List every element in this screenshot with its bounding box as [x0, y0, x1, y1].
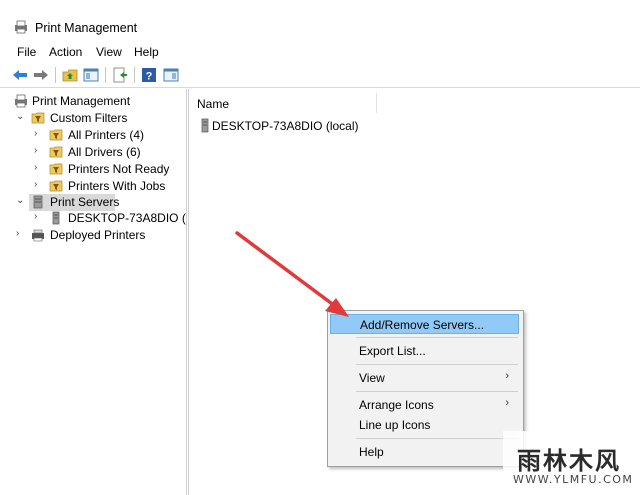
- chevron-down-icon[interactable]: ⌄: [16, 112, 26, 122]
- server-icon: [33, 195, 43, 209]
- menu-item-label: View: [359, 371, 385, 385]
- title-bar: Print Management: [0, 0, 640, 40]
- menu-item-add-remove-servers[interactable]: Add/Remove Servers...: [330, 314, 519, 334]
- tree-item-label: Custom Filters: [50, 111, 128, 125]
- menu-separator: [356, 364, 518, 365]
- filter-folder-icon: [49, 129, 63, 141]
- menu-item-line-up-icons[interactable]: Line up Icons: [330, 415, 519, 435]
- list-item-label: DESKTOP-73A8DIO (local): [212, 119, 359, 133]
- printer-icon: [32, 229, 44, 242]
- context-menu: Add/Remove Servers... Export List... Vie…: [327, 310, 524, 467]
- tree-item-print-management[interactable]: Print Management: [14, 93, 184, 110]
- tree-item-printers-not-ready[interactable]: › Printers Not Ready: [32, 161, 182, 178]
- server-icon: [52, 211, 60, 225]
- tree-item-label: Print Management: [32, 94, 131, 108]
- menu-file[interactable]: File: [17, 45, 36, 59]
- column-divider[interactable]: [376, 93, 377, 113]
- server-icon: [201, 118, 209, 133]
- tree-item-label: DESKTOP-73A8DIO (loca: [68, 211, 186, 225]
- tree-item-deployed-printers[interactable]: › Deployed Printers: [14, 227, 184, 244]
- tree-item-label: All Drivers (6): [68, 145, 141, 159]
- tree-item-print-servers[interactable]: ⌄ Print Servers: [14, 194, 119, 211]
- svg-text:?: ?: [146, 71, 153, 83]
- tree-item-printers-with-jobs[interactable]: › Printers With Jobs: [32, 178, 182, 195]
- menu-separator: [356, 391, 518, 392]
- filter-folder-icon: [31, 112, 45, 124]
- menu-separator: [356, 337, 518, 338]
- help-icon[interactable]: ?: [141, 67, 157, 83]
- chevron-right-icon[interactable]: ›: [34, 212, 44, 222]
- watermark-url: WWW.YLMFU.COM: [513, 473, 634, 486]
- print-management-icon: [15, 20, 27, 34]
- toolbar-separator: [105, 67, 106, 83]
- filter-folder-icon: [49, 180, 63, 192]
- tree-item-label: Print Servers: [50, 195, 120, 209]
- chevron-right-icon[interactable]: ›: [34, 146, 44, 156]
- tree-item-desktop-server[interactable]: › DESKTOP-73A8DIO (loca: [32, 210, 186, 227]
- chevron-right-icon[interactable]: ›: [34, 163, 44, 173]
- menu-item-export-list[interactable]: Export List...: [330, 341, 519, 361]
- window-title: Print Management: [35, 21, 138, 35]
- show-hide-console-tree-icon[interactable]: [83, 67, 99, 83]
- tree-item-label: All Printers (4): [68, 128, 145, 142]
- toolbar-separator: [134, 67, 135, 83]
- menu-item-view[interactable]: View ›: [330, 368, 519, 388]
- toolbar: ?: [0, 63, 640, 88]
- menu-item-arrange-icons[interactable]: Arrange Icons ›: [330, 395, 519, 415]
- chevron-right-icon: ›: [505, 397, 509, 409]
- menu-item-label: Help: [359, 445, 384, 459]
- chevron-right-icon[interactable]: ›: [34, 180, 44, 190]
- menu-help[interactable]: Help: [134, 45, 159, 59]
- menu-action[interactable]: Action: [49, 45, 82, 59]
- show-hide-action-pane-icon[interactable]: [163, 67, 179, 83]
- menu-separator: [356, 438, 518, 439]
- menu-item-label: Line up Icons: [359, 418, 431, 432]
- column-header-name[interactable]: Name: [197, 97, 229, 111]
- chevron-right-icon[interactable]: ›: [16, 229, 26, 239]
- tree-item-label: Deployed Printers: [50, 228, 146, 242]
- toolbar-separator: [55, 67, 56, 83]
- watermark-logo: 雨林木风 WWW.YLMFU.COM: [503, 431, 637, 493]
- print-management-icon: [15, 94, 27, 108]
- menu-item-help[interactable]: Help: [330, 442, 519, 462]
- chevron-right-icon: ›: [505, 370, 509, 382]
- export-list-icon[interactable]: [112, 67, 128, 83]
- menu-item-label: Arrange Icons: [359, 398, 434, 412]
- chevron-down-icon[interactable]: ⌄: [16, 196, 26, 206]
- watermark-text: 雨林木风: [517, 447, 621, 475]
- menu-view[interactable]: View: [96, 45, 122, 59]
- menu-item-label: Export List...: [359, 344, 426, 358]
- menu-item-label: Add/Remove Servers...: [360, 318, 485, 332]
- forward-arrow-icon[interactable]: [33, 67, 49, 83]
- back-arrow-icon[interactable]: [12, 67, 28, 83]
- tree-item-all-drivers[interactable]: › All Drivers (6): [32, 144, 182, 161]
- tree-item-label: Printers With Jobs: [68, 179, 166, 193]
- filter-folder-icon: [49, 163, 63, 175]
- console-tree: Print Management ⌄ Custom Filters › All …: [0, 89, 187, 495]
- chevron-right-icon[interactable]: ›: [34, 129, 44, 139]
- filter-folder-icon: [49, 146, 63, 158]
- tree-item-all-printers[interactable]: › All Printers (4): [32, 127, 182, 144]
- menu-bar: File Action View Help: [0, 42, 640, 62]
- up-folder-icon[interactable]: [62, 67, 78, 83]
- tree-item-label: Printers Not Ready: [68, 162, 170, 176]
- tree-item-custom-filters[interactable]: ⌄ Custom Filters: [14, 110, 184, 127]
